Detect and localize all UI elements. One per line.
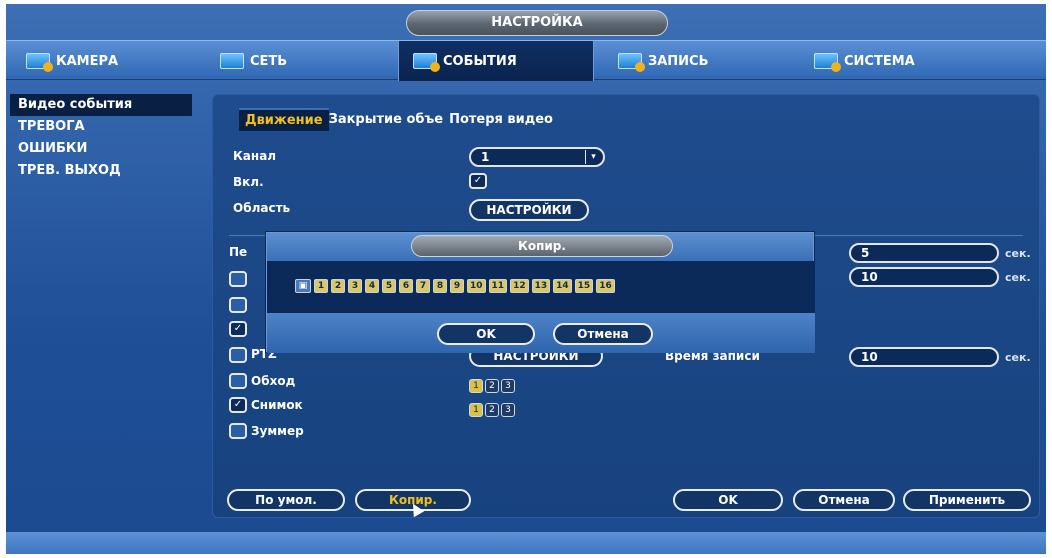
copy-channel-9[interactable]: 9 [450,279,464,293]
copy-channel-5[interactable]: 5 [382,279,396,293]
tour-label: Обход [251,374,296,388]
copy-channel-11[interactable]: 11 [488,279,508,293]
copy-dialog-header: Копир. [267,233,813,261]
copy-channel-14[interactable]: 14 [553,279,572,293]
subtab-video-loss[interactable]: Потеря видео [449,109,559,130]
copy-dialog: Копир. ▣ 1 2 3 4 5 6 7 8 9 10 11 12 13 1… [266,232,815,353]
anti-dither-field[interactable]: 5 [849,243,999,263]
copy-dialog-footer: OK Отмена [267,313,815,353]
copy-dialog-title: Копир. [411,235,673,257]
tab-system[interactable]: СИСТЕМА [800,41,990,81]
copy-dialog-body: ▣ 1 2 3 4 5 6 7 8 9 10 11 12 13 14 15 16 [267,261,815,313]
option-checkbox-3[interactable]: ✓ [229,321,247,337]
channel-label: Канал [233,149,277,163]
copy-channel-13[interactable]: 13 [531,279,551,293]
window-title: НАСТРОЙКА [406,10,668,36]
tour-checkbox[interactable] [229,373,247,389]
cancel-button[interactable]: Отмена [793,489,895,511]
ptz-checkbox[interactable] [229,347,247,363]
sec-unit-1: сек. [1005,247,1031,260]
subtab-motion[interactable]: Движение [239,107,329,131]
tab-camera-label: КАМЕРА [56,53,119,69]
buzzer-checkbox[interactable] [229,423,247,439]
record-icon [618,53,645,72]
snapshot-channel-2[interactable]: 2 [485,403,499,417]
option-checkbox-1[interactable] [229,271,247,287]
area-settings-button[interactable]: НАСТРОЙКИ [469,199,589,221]
sidebar: Видео события ТРЕВОГА ОШИБКИ ТРЕВ. ВЫХОД [6,94,202,524]
select-all-checkbox[interactable]: ▣ [295,279,311,293]
enable-label: Вкл. [233,175,264,189]
camera-icon [26,53,53,72]
copy-channel-6[interactable]: 6 [399,279,413,293]
network-icon [220,53,244,69]
tab-record[interactable]: ЗАПИСЬ [604,41,794,81]
sidebar-item-errors[interactable]: ОШИБКИ [6,138,202,160]
channel-select[interactable]: 1 ▾ [469,147,605,167]
copy-channel-16[interactable]: 16 [596,279,615,293]
tab-network-label: СЕТЬ [250,53,288,69]
events-icon [413,53,440,72]
sidebar-item-alarm[interactable]: ТРЕВОГА [6,116,202,138]
sec-unit-3: сек. [1005,351,1031,364]
main-tabbar: КАМЕРА СЕТЬ СОБЫТИЯ ЗАПИСЬ СИСТЕМА [6,40,1046,81]
snapshot-checkbox[interactable]: ✓ [229,397,247,413]
sec-unit-2: сек. [1005,271,1031,284]
copy-channel-7[interactable]: 7 [416,279,430,293]
channel-value: 1 [481,150,490,164]
snapshot-channel-1[interactable]: 1 [469,403,483,417]
copy-channel-2[interactable]: 2 [331,279,345,293]
default-button[interactable]: По умол. [227,489,345,511]
copy-channel-15[interactable]: 15 [574,279,594,293]
tour-channel-1[interactable]: 1 [469,379,483,393]
chevron-down-icon: ▾ [585,150,601,164]
tab-network[interactable]: СЕТЬ [206,41,396,81]
tab-events[interactable]: СОБЫТИЯ [398,41,594,81]
status-bar [6,532,1046,554]
tab-camera[interactable]: КАМЕРА [12,41,202,81]
sidebar-item-video-events[interactable]: Видео события [10,94,192,116]
dvr-settings-window: НАСТРОЙКА КАМЕРА СЕТЬ СОБЫТИЯ ЗАПИСЬ СИС… [6,4,1046,554]
option-checkbox-2[interactable] [229,297,247,313]
copy-channel-12[interactable]: 12 [510,279,529,293]
enable-checkbox[interactable]: ✓ [469,173,487,189]
tab-system-label: СИСТЕМА [844,53,915,69]
period-label: Пе [229,245,248,259]
area-label: Область [233,201,291,215]
tour-channel-2[interactable]: 2 [485,379,499,393]
ok-button[interactable]: OK [673,489,783,511]
apply-button[interactable]: Применить [903,489,1031,511]
subtabs: Движение Закрытие объе Потеря видео [239,107,559,131]
snapshot-label: Снимок [251,398,303,412]
snapshot-channels: 123 [469,397,517,417]
tour-channels: 123 [469,373,517,393]
copy-channel-list: ▣ 1 2 3 4 5 6 7 8 9 10 11 12 13 14 15 16 [295,279,618,293]
copy-dialog-cancel-button[interactable]: Отмена [553,323,653,345]
snapshot-channel-3[interactable]: 3 [501,403,515,417]
tab-events-label: СОБЫТИЯ [443,53,517,69]
tour-channel-3[interactable]: 3 [501,379,515,393]
sidebar-item-alarm-output[interactable]: ТРЕВ. ВЫХОД [6,160,202,182]
copy-channel-8[interactable]: 8 [433,279,447,293]
tab-record-label: ЗАПИСЬ [648,53,709,69]
copy-channel-4[interactable]: 4 [365,279,379,293]
record-time-field[interactable]: 10 [849,347,999,367]
delay-field[interactable]: 10 [849,267,999,287]
buzzer-label: Зуммер [251,424,304,438]
subtab-tampering[interactable]: Закрытие объе [329,109,449,130]
copy-channel-1[interactable]: 1 [314,279,328,293]
copy-channel-3[interactable]: 3 [348,279,362,293]
copy-dialog-ok-button[interactable]: OK [437,323,535,345]
copy-channel-10[interactable]: 10 [467,279,486,293]
system-icon [814,53,841,72]
